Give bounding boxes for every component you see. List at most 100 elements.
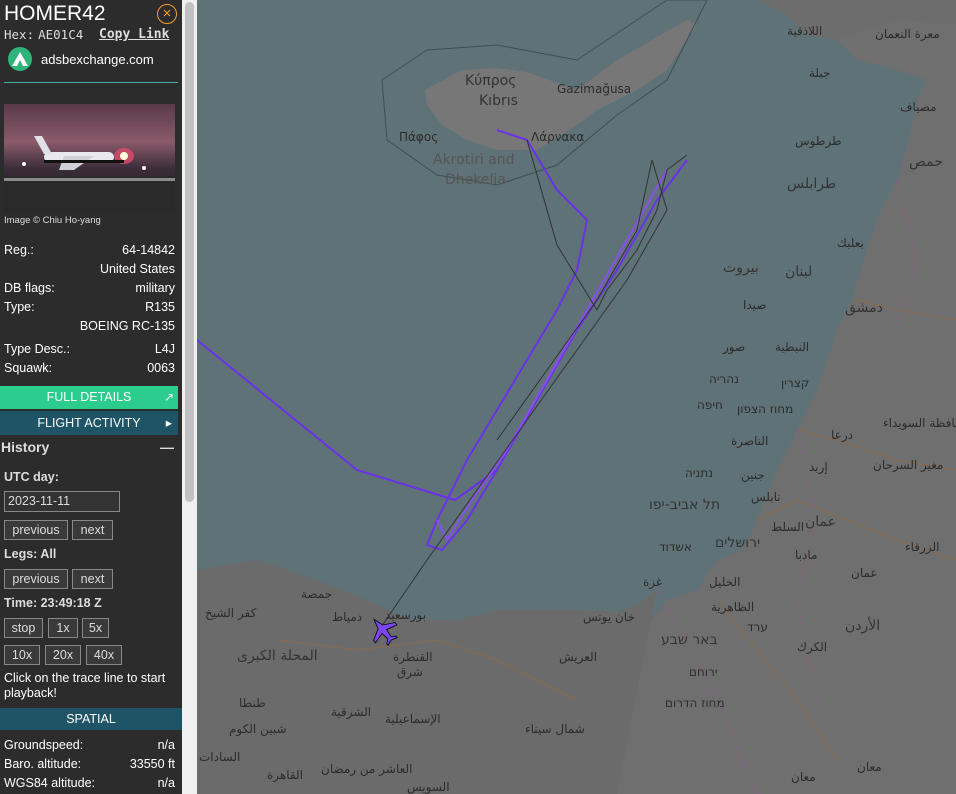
- map-label-gazimagusa: Gazimağusa: [557, 82, 632, 96]
- map-label-karak: الكرك: [797, 640, 828, 654]
- speed-5x-button[interactable]: 5x: [82, 618, 109, 638]
- map-canvas[interactable]: Κύπρος Kıbrıs Gazimağusa Πάφος Λάρνακα A…: [197, 0, 956, 794]
- map-label-hebron: الخليل: [709, 575, 741, 589]
- reg-label: Reg.:: [4, 243, 34, 257]
- map-label-marrat: مصياف: [900, 100, 937, 114]
- map-label-cairo: القاهرة: [267, 768, 303, 782]
- type-full-value: BOEING RC-135: [79, 319, 175, 333]
- map-label-jerusalem: ירושלים: [715, 535, 761, 551]
- map-label-nablus: نابلس: [751, 490, 781, 504]
- baro-value: 33550 ft: [129, 757, 175, 771]
- map-label-jableh: جبلة: [809, 66, 831, 80]
- map-label-zarqa: الزرقاء: [905, 540, 940, 554]
- spatial-header[interactable]: SPATIAL: [0, 708, 182, 730]
- type-value: R135: [145, 300, 175, 314]
- map-label-arish: العريش: [559, 650, 598, 664]
- map-label-ashdod: אשדוד: [659, 540, 692, 554]
- squawk-label: Squawk:: [4, 361, 52, 375]
- map-label-amman: عمان: [805, 514, 836, 530]
- map-label-mahalla: المحلة الكبرى: [237, 648, 318, 664]
- map-label-nahariya: נהריה: [709, 372, 739, 386]
- external-link-icon: ↗: [163, 390, 174, 404]
- country-value: United States: [99, 262, 175, 276]
- map-label-sadat: السادات: [199, 750, 241, 764]
- map-base: [197, 0, 956, 794]
- speed-1x-button[interactable]: 1x: [48, 618, 78, 638]
- source-link[interactable]: adsbexchange.com: [41, 52, 154, 67]
- previous-day-button[interactable]: previous: [4, 520, 68, 540]
- speed-10x-button[interactable]: 10x: [4, 645, 40, 665]
- full-details-button[interactable]: FULL DETAILS ↗: [0, 386, 178, 409]
- map-label-khan-yunis: خان يونس: [583, 610, 635, 624]
- map-label-kibris: Kıbrıs: [479, 93, 518, 109]
- map-label-pafos: Πάφος: [399, 130, 439, 144]
- map-label-shibin: شبين الكوم: [229, 722, 287, 736]
- squawk-value: 0063: [147, 361, 175, 375]
- map-label-sour: صور: [723, 340, 746, 354]
- speed-20x-button[interactable]: 20x: [45, 645, 81, 665]
- divider: [4, 82, 178, 83]
- map-label-ramadan: العاشر من رمضان: [321, 762, 413, 776]
- map-label-latakia: اللاذقية: [787, 24, 823, 38]
- map-label-kiryat: קצרין: [781, 376, 810, 390]
- map-label-daraa: درعا: [831, 428, 853, 442]
- map-label-damascus: دمشق: [845, 300, 883, 316]
- map-label-netanya: נתניה: [685, 466, 714, 480]
- aircraft-photo[interactable]: [4, 104, 175, 212]
- flight-activity-label: FLIGHT ACTIVITY: [37, 416, 141, 430]
- scrollbar-thumb[interactable]: [185, 2, 194, 502]
- chevron-right-icon: ▸: [165, 416, 172, 430]
- map-label-suwayda: محافظة السويداء: [883, 416, 956, 430]
- map-label-baalbek: بعلبك: [837, 236, 864, 250]
- copy-link[interactable]: Copy Link: [99, 27, 169, 42]
- map-label-tripoli: طرابلس: [787, 176, 837, 192]
- playback-hint: Click on the trace line to start playbac…: [4, 671, 166, 700]
- history-header[interactable]: History —: [0, 439, 180, 455]
- adsbexchange-logo-icon[interactable]: [8, 47, 32, 71]
- map-label-beirut: بيروت: [723, 260, 759, 276]
- map-label-nasira: الناصرة: [731, 434, 769, 448]
- map-label-amman-gov: عمان: [851, 566, 878, 580]
- time-label: Time: 23:49:18 Z: [4, 596, 102, 610]
- map-label-larnaka: Λάρνακα: [531, 130, 585, 144]
- map-label-negev: מחוז הדרום: [665, 696, 725, 710]
- map-label-maan: معان: [857, 760, 882, 774]
- map-label-nabatieh: النبطية: [775, 340, 810, 354]
- full-details-label: FULL DETAILS: [46, 390, 132, 404]
- previous-leg-button[interactable]: previous: [4, 569, 68, 589]
- map-label-kafr-sheikh: كفر الشيخ: [205, 606, 257, 620]
- map-label-dhahiriya: الظاهرية: [711, 600, 755, 614]
- legs-label: Legs: All: [4, 547, 57, 561]
- utc-day-label: UTC day:: [4, 470, 59, 484]
- sidebar-scrollbar[interactable]: [182, 0, 197, 794]
- map-label-northern: מחוז הצפון: [737, 402, 794, 416]
- map-label-port-said: بورسعيد: [385, 608, 427, 622]
- wgs-label: WGS84 altitude:: [4, 776, 96, 790]
- flight-activity-button[interactable]: FLIGHT ACTIVITY ▸: [0, 411, 178, 435]
- map-label-sharqia: الشرقية: [331, 705, 372, 719]
- map-label-gaza: غزة: [643, 575, 663, 589]
- next-leg-button[interactable]: next: [72, 569, 113, 589]
- history-title: History: [1, 439, 50, 455]
- map-label-homs: حمص: [909, 154, 943, 170]
- typedesc-label: Type Desc.:: [4, 342, 70, 356]
- typedesc-value: L4J: [154, 342, 175, 356]
- map-label-madaba: مادبا: [795, 548, 818, 562]
- speed-40x-button[interactable]: 40x: [86, 645, 122, 665]
- map-label-suez: السويس: [407, 780, 450, 794]
- wgs-value: n/a: [157, 776, 175, 790]
- map-label-north-sinai: شمال سيناء: [525, 722, 585, 736]
- stop-button[interactable]: stop: [4, 618, 43, 638]
- map-label-haifa: חיפה: [697, 398, 723, 412]
- close-icon[interactable]: ×: [157, 4, 177, 24]
- next-day-button[interactable]: next: [72, 520, 113, 540]
- map-label-dhekelia: Dhekelia: [445, 172, 506, 188]
- map-label-qantara: القنطرة: [393, 650, 433, 664]
- map-label-jordan: الأردن: [845, 618, 881, 634]
- groundspeed-label: Groundspeed:: [4, 738, 84, 752]
- date-input[interactable]: 2023-11-11: [4, 491, 120, 512]
- collapse-icon[interactable]: —: [160, 439, 174, 455]
- map-label-tartus: طرطوس: [795, 134, 842, 148]
- map-label-maan-city: معان: [791, 770, 816, 784]
- map-label-kypros: Κύπρος: [465, 73, 517, 89]
